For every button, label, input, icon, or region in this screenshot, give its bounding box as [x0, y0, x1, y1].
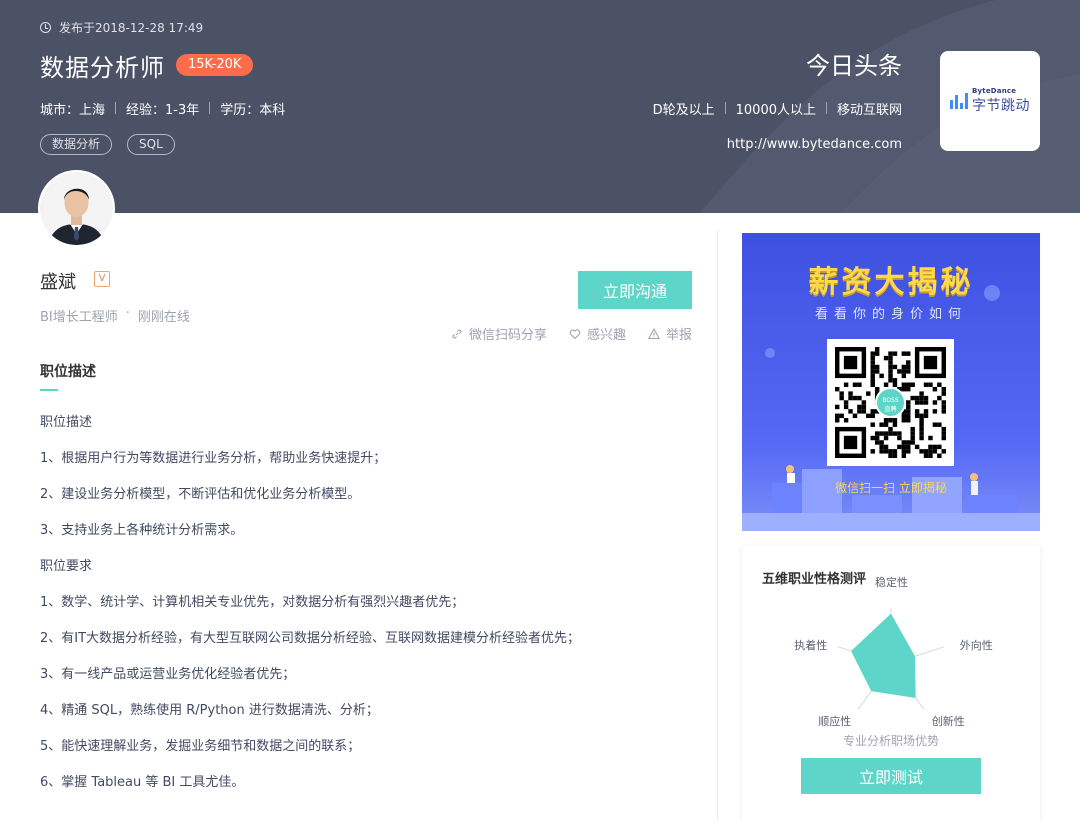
job-meta: 城市：上海 经验：1-3年 学历：本科 [40, 99, 285, 118]
section-title-description: 职位描述 [40, 364, 96, 380]
start-chat-button[interactable]: 立即沟通 [578, 271, 692, 309]
heart-icon [569, 328, 581, 339]
test-title: 五维职业性格测评 [762, 572, 867, 587]
radar-label-persistence: 执着性 [794, 638, 828, 652]
column-divider [717, 230, 718, 821]
description-line: 职位要求 [40, 559, 93, 574]
bytedance-logo-icon [950, 93, 968, 109]
description-line: 2、建设业务分析模型，不断评估和优化业务分析模型。 [40, 487, 361, 502]
section-underline [40, 389, 58, 391]
boss-separator: · [125, 306, 130, 321]
company-logo[interactable]: ByteDance 字节跳动 [940, 51, 1040, 151]
description-line: 4、精通 SQL，熟练使用 R/Python 进行数据清洗、分析； [40, 703, 379, 718]
job-education: 学历：本科 [220, 103, 286, 118]
posted-time: 发布于2018-12-28 17:49 [40, 19, 203, 36]
personality-test-card: 五维职业性格测评 稳定性 外向性 创新性 顺应性 执着性 专业分析职场优势 立即… [742, 546, 1040, 821]
description-line: 3、支持业务上各种统计分析需求。 [40, 523, 244, 538]
description-line: 1、根据用户行为等数据进行业务分析，帮助业务快速提升； [40, 451, 387, 466]
job-actions: 微信扫码分享 感兴趣 举报 [451, 324, 692, 343]
job-experience: 经验：1-3年 [126, 103, 200, 118]
interest-label: 感兴趣 [586, 328, 626, 343]
job-tag: 数据分析 [40, 134, 113, 155]
job-tag: SQL [127, 134, 175, 155]
clock-icon [40, 22, 51, 33]
share-label: 微信扫码分享 [468, 328, 547, 343]
logo-text-big: 字节跳动 [972, 98, 1030, 114]
share-link[interactable]: 微信扫码分享 [451, 324, 547, 343]
company-stage: D轮及以上 [652, 103, 715, 118]
meta-divider [724, 102, 726, 114]
ad-title: 薪资大揭秘 [808, 265, 974, 300]
job-title: 数据分析师 [40, 54, 165, 82]
avatar-portrait [40, 172, 113, 245]
job-detail-page: 发布于2018-12-28 17:49 数据分析师 15K-20K 城市：上海 … [0, 0, 1080, 821]
boss-title: BI增长工程师 [40, 310, 118, 325]
verified-badge-icon: V [94, 271, 110, 287]
radar-label-innovation: 创新性 [931, 715, 965, 729]
boss-avatar [40, 172, 113, 245]
job-city: 城市：上海 [40, 103, 106, 118]
qr-brand-top: BOSS [882, 397, 899, 404]
description-line: 5、能快速理解业务，发掘业务细节和数据之间的联系； [40, 739, 361, 754]
description-line: 1、数学、统计学、计算机相关专业优先，对数据分析有强烈兴趣者优先； [40, 595, 465, 610]
radar-area [851, 613, 916, 698]
salary-badge: 15K-20K [176, 54, 254, 76]
company-name[interactable]: 今日头条 [806, 46, 902, 81]
company-meta: D轮及以上 10000人以上 移动互联网 [653, 99, 902, 118]
test-caption: 专业分析职场优势 [842, 734, 939, 748]
ad-scan-hint: 微信扫一扫 立即揭秘 [835, 481, 947, 495]
company-industry: 移动互联网 [836, 103, 902, 118]
qr-brand-bottom: 直聘 [884, 406, 897, 413]
qr-code[interactable]: BOSS 直聘 [827, 339, 954, 466]
warning-icon [647, 327, 660, 339]
boss-subtitle: BI增长工程师 · 刚刚在线 [40, 306, 190, 325]
boss-logo-icon: BOSS 直聘 [875, 387, 906, 418]
logo-text-small: ByteDance [972, 87, 1017, 95]
boss-status: 刚刚在线 [137, 310, 190, 325]
interest-link[interactable]: 感兴趣 [569, 324, 626, 343]
link-icon [452, 328, 462, 339]
job-description: 职位描述 1、根据用户行为等数据进行业务分析，帮助业务快速提升； 2、建设业务分… [40, 414, 700, 810]
meta-divider [115, 102, 117, 114]
description-line: 6、掌握 Tableau 等 BI 工具尤佳。 [40, 775, 245, 790]
radar-label-extraversion: 外向性 [959, 638, 993, 652]
job-header: 发布于2018-12-28 17:49 数据分析师 15K-20K 城市：上海 … [0, 0, 1080, 213]
description-line: 2、有IT大数据分析经验，有大型互联网公司数据分析经验、互联网数据建模分析经验者… [40, 631, 581, 646]
posted-time-text: 发布于2018-12-28 17:49 [59, 21, 204, 35]
radar-label-stability: 稳定性 [875, 576, 908, 589]
salary-ad-banner[interactable]: 薪资大揭秘 看看你的身价如何 BOSS 直聘 微信扫一扫 立即揭秘 [742, 233, 1040, 531]
company-url[interactable]: http://www.bytedance.com [727, 137, 902, 152]
job-tags: 数据分析 SQL [40, 134, 175, 155]
meta-divider [209, 102, 211, 114]
start-test-button[interactable]: 立即测试 [801, 758, 981, 794]
company-size: 10000人以上 [735, 103, 816, 118]
description-line: 3、有一线产品或运营业务优化经验者优先； [40, 667, 296, 682]
report-label: 举报 [665, 328, 692, 343]
ad-subtitle: 看看你的身价如何 [814, 307, 967, 322]
radar-label-compliance: 顺应性 [818, 715, 852, 729]
report-link[interactable]: 举报 [647, 324, 692, 343]
meta-divider [825, 102, 827, 114]
boss-name: 盛斌 [40, 272, 76, 293]
description-line: 职位描述 [40, 415, 93, 430]
